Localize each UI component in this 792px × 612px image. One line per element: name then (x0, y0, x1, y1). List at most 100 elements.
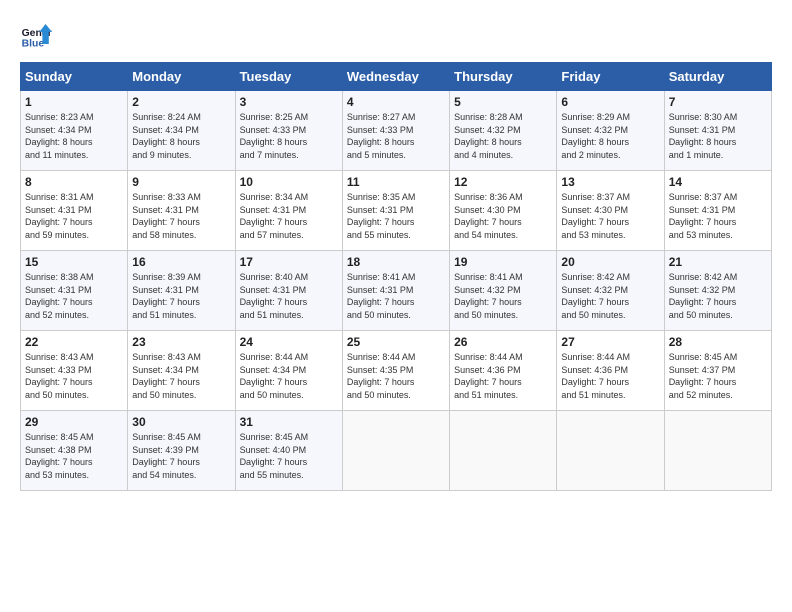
day-number: 19 (454, 255, 552, 269)
calendar-cell: 26 Sunrise: 8:44 AM Sunset: 4:36 PM Dayli… (450, 331, 557, 411)
day-number: 27 (561, 335, 659, 349)
day-info: Sunrise: 8:28 AM Sunset: 4:32 PM Dayligh… (454, 111, 552, 161)
day-info: Sunrise: 8:25 AM Sunset: 4:33 PM Dayligh… (240, 111, 338, 161)
calendar-cell: 11 Sunrise: 8:35 AM Sunset: 4:31 PM Dayli… (342, 171, 449, 251)
calendar-cell: 23Sunrise: 8:43 AM Sunset: 4:34 PM Dayli… (128, 331, 235, 411)
day-number: 23 (132, 335, 230, 349)
day-info: Sunrise: 8:45 AM Sunset: 4:39 PM Dayligh… (132, 431, 230, 481)
day-number: 5 (454, 95, 552, 109)
day-number: 2 (132, 95, 230, 109)
day-info: Sunrise: 8:42 AM Sunset: 4:32 PM Dayligh… (669, 271, 767, 321)
day-number: 7 (669, 95, 767, 109)
calendar-cell: 15 Sunrise: 8:38 AM Sunset: 4:31 PM Dayli… (21, 251, 128, 331)
day-number: 16 (132, 255, 230, 269)
day-info: Sunrise: 8:36 AM Sunset: 4:30 PM Dayligh… (454, 191, 552, 241)
day-number: 31 (240, 415, 338, 429)
day-number: 25 (347, 335, 445, 349)
day-number: 12 (454, 175, 552, 189)
weekday-header-saturday: Saturday (664, 63, 771, 91)
day-info: Sunrise: 8:38 AM Sunset: 4:31 PM Dayligh… (25, 271, 123, 321)
day-info: Sunrise: 8:45 AM Sunset: 4:37 PM Dayligh… (669, 351, 767, 401)
day-info: Sunrise: 8:44 AM Sunset: 4:36 PM Dayligh… (561, 351, 659, 401)
calendar-cell: 12 Sunrise: 8:36 AM Sunset: 4:30 PM Dayli… (450, 171, 557, 251)
day-info: Sunrise: 8:23 AM Sunset: 4:34 PM Dayligh… (25, 111, 123, 161)
day-number: 1 (25, 95, 123, 109)
day-info: Sunrise: 8:31 AM Sunset: 4:31 PM Dayligh… (25, 191, 123, 241)
day-info: Sunrise: 8:29 AM Sunset: 4:32 PM Dayligh… (561, 111, 659, 161)
day-info: Sunrise: 8:37 AM Sunset: 4:31 PM Dayligh… (669, 191, 767, 241)
day-number: 18 (347, 255, 445, 269)
day-info: Sunrise: 8:45 AM Sunset: 4:40 PM Dayligh… (240, 431, 338, 481)
day-info: Sunrise: 8:41 AM Sunset: 4:32 PM Dayligh… (454, 271, 552, 321)
day-number: 22 (25, 335, 123, 349)
day-number: 8 (25, 175, 123, 189)
calendar-cell (557, 411, 664, 491)
day-info: Sunrise: 8:44 AM Sunset: 4:36 PM Dayligh… (454, 351, 552, 401)
day-number: 4 (347, 95, 445, 109)
day-number: 26 (454, 335, 552, 349)
day-info: Sunrise: 8:30 AM Sunset: 4:31 PM Dayligh… (669, 111, 767, 161)
calendar-cell: 16 Sunrise: 8:39 AM Sunset: 4:31 PM Dayli… (128, 251, 235, 331)
day-number: 6 (561, 95, 659, 109)
calendar-cell: 18 Sunrise: 8:41 AM Sunset: 4:31 PM Dayli… (342, 251, 449, 331)
day-number: 3 (240, 95, 338, 109)
weekday-header-wednesday: Wednesday (342, 63, 449, 91)
svg-text:Blue: Blue (22, 38, 45, 49)
weekday-header-tuesday: Tuesday (235, 63, 342, 91)
day-number: 29 (25, 415, 123, 429)
calendar-cell: 24Sunrise: 8:44 AM Sunset: 4:34 PM Dayli… (235, 331, 342, 411)
calendar-cell: 14Sunrise: 8:37 AM Sunset: 4:31 PM Dayli… (664, 171, 771, 251)
weekday-header-monday: Monday (128, 63, 235, 91)
day-number: 28 (669, 335, 767, 349)
day-number: 21 (669, 255, 767, 269)
weekday-header-friday: Friday (557, 63, 664, 91)
day-info: Sunrise: 8:33 AM Sunset: 4:31 PM Dayligh… (132, 191, 230, 241)
calendar-cell: 17 Sunrise: 8:40 AM Sunset: 4:31 PM Dayli… (235, 251, 342, 331)
logo: General Blue (20, 20, 52, 52)
calendar-cell: 25 Sunrise: 8:44 AM Sunset: 4:35 PM Dayli… (342, 331, 449, 411)
logo-icon: General Blue (20, 20, 52, 52)
calendar-cell: 28 Sunrise: 8:45 AM Sunset: 4:37 PM Dayli… (664, 331, 771, 411)
calendar-cell: 10 Sunrise: 8:34 AM Sunset: 4:31 PM Dayli… (235, 171, 342, 251)
calendar-cell: 8 Sunrise: 8:31 AM Sunset: 4:31 PM Daylig… (21, 171, 128, 251)
calendar-cell: 3 Sunrise: 8:25 AM Sunset: 4:33 PM Daylig… (235, 91, 342, 171)
calendar-cell (664, 411, 771, 491)
day-number: 15 (25, 255, 123, 269)
day-number: 30 (132, 415, 230, 429)
day-info: Sunrise: 8:42 AM Sunset: 4:32 PM Dayligh… (561, 271, 659, 321)
weekday-header-sunday: Sunday (21, 63, 128, 91)
calendar-cell: 13 Sunrise: 8:37 AM Sunset: 4:30 PM Dayli… (557, 171, 664, 251)
day-number: 17 (240, 255, 338, 269)
calendar-cell: 6 Sunrise: 8:29 AM Sunset: 4:32 PM Daylig… (557, 91, 664, 171)
calendar-cell (342, 411, 449, 491)
day-number: 20 (561, 255, 659, 269)
day-number: 11 (347, 175, 445, 189)
calendar-cell: 19 Sunrise: 8:41 AM Sunset: 4:32 PM Dayli… (450, 251, 557, 331)
day-info: Sunrise: 8:24 AM Sunset: 4:34 PM Dayligh… (132, 111, 230, 161)
day-number: 10 (240, 175, 338, 189)
day-info: Sunrise: 8:35 AM Sunset: 4:31 PM Dayligh… (347, 191, 445, 241)
calendar-cell: 30 Sunrise: 8:45 AM Sunset: 4:39 PM Dayli… (128, 411, 235, 491)
day-info: Sunrise: 8:44 AM Sunset: 4:35 PM Dayligh… (347, 351, 445, 401)
page-header: General Blue (20, 20, 772, 52)
day-number: 13 (561, 175, 659, 189)
day-number: 9 (132, 175, 230, 189)
calendar-cell: 2 Sunrise: 8:24 AM Sunset: 4:34 PM Daylig… (128, 91, 235, 171)
day-info: Sunrise: 8:45 AM Sunset: 4:38 PM Dayligh… (25, 431, 123, 481)
day-info: Sunrise: 8:34 AM Sunset: 4:31 PM Dayligh… (240, 191, 338, 241)
day-info: Sunrise: 8:40 AM Sunset: 4:31 PM Dayligh… (240, 271, 338, 321)
calendar-cell (450, 411, 557, 491)
calendar-cell: 27 Sunrise: 8:44 AM Sunset: 4:36 PM Dayli… (557, 331, 664, 411)
calendar-cell: 21 Sunrise: 8:42 AM Sunset: 4:32 PM Dayli… (664, 251, 771, 331)
calendar-cell: 4 Sunrise: 8:27 AM Sunset: 4:33 PM Daylig… (342, 91, 449, 171)
day-info: Sunrise: 8:43 AM Sunset: 4:33 PM Dayligh… (25, 351, 123, 401)
weekday-header-thursday: Thursday (450, 63, 557, 91)
day-info: Sunrise: 8:27 AM Sunset: 4:33 PM Dayligh… (347, 111, 445, 161)
calendar-cell: 1 Sunrise: 8:23 AM Sunset: 4:34 PM Daylig… (21, 91, 128, 171)
calendar-cell: 9 Sunrise: 8:33 AM Sunset: 4:31 PM Daylig… (128, 171, 235, 251)
day-info: Sunrise: 8:37 AM Sunset: 4:30 PM Dayligh… (561, 191, 659, 241)
calendar-cell: 29 Sunrise: 8:45 AM Sunset: 4:38 PM Dayli… (21, 411, 128, 491)
calendar-table: SundayMondayTuesdayWednesdayThursdayFrid… (20, 62, 772, 491)
day-info: Sunrise: 8:39 AM Sunset: 4:31 PM Dayligh… (132, 271, 230, 321)
day-info: Sunrise: 8:41 AM Sunset: 4:31 PM Dayligh… (347, 271, 445, 321)
